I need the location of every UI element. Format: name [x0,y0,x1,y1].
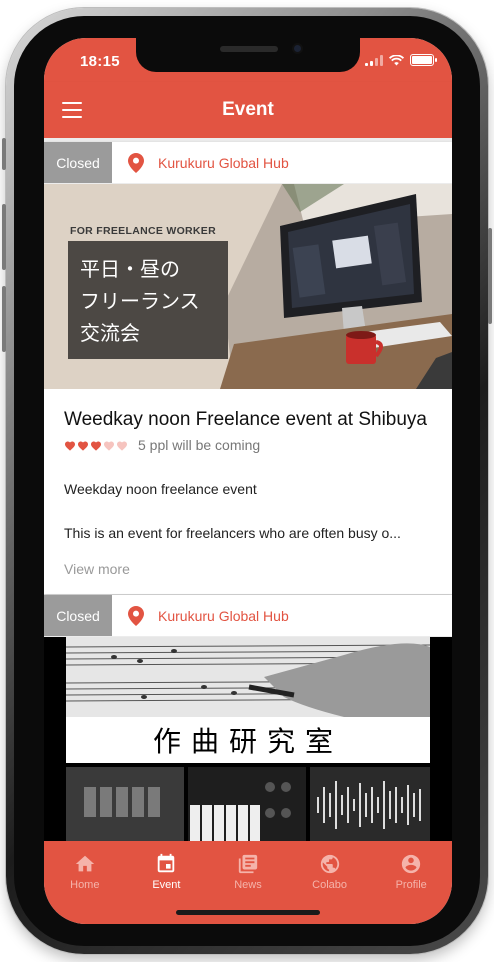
nav-profile[interactable]: Profile [370,841,452,924]
heart-empty-icon [117,441,127,451]
nav-label: Event [152,879,181,891]
speaker [220,46,278,52]
battery-icon [410,54,437,66]
notch [136,38,360,72]
event-card[interactable]: Closed Kurukuru Global Hub [44,595,452,841]
view-more-link[interactable]: View more [64,561,432,594]
status-time: 18:15 [80,53,120,70]
event-card[interactable]: Closed Kurukuru Global Hub [44,142,452,594]
banner-title: 平日・昼の フリーランス 交流会 [68,241,228,359]
app-bar: Event [44,82,452,138]
volume-down-button [2,286,6,352]
profile-icon [402,854,421,874]
heart-filled-icon [65,441,75,451]
event-location[interactable]: Kurukuru Global Hub [112,142,452,183]
page-title: Event [222,99,274,120]
attendee-count: 5 ppl will be coming [138,437,261,453]
home-icon [75,855,94,872]
app-screen: 18:15 Event Closed Kurukuru Global Hub F… [44,38,452,924]
mute-switch [2,138,6,170]
event-title[interactable]: Weedkay noon Freelance event at Shibuya [64,409,432,431]
location-name: Kurukuru Global Hub [158,154,289,171]
nav-label: Home [70,879,100,891]
event-subtitle: Weekday noon freelance event [64,481,257,497]
rating-row: 5 ppl will be coming [64,437,432,453]
event-location[interactable]: Kurukuru Global Hub [112,595,452,636]
signal-icon [365,54,383,66]
status-icons [365,54,437,66]
calendar-icon [158,853,175,873]
heart-empty-icon [104,441,114,451]
location-pin-icon [128,152,144,173]
banner-caption: FOR FREELANCE WORKER [70,225,216,237]
heart-rating [64,440,128,451]
event-banner-image[interactable]: FOR FREELANCE WORKER 平日・昼の フリーランス 交流会 [44,184,452,389]
location-pin-icon [128,605,144,626]
event-banner-image[interactable]: 作曲研究室 [44,637,452,841]
heart-filled-icon [78,441,88,451]
nav-home[interactable]: Home [44,841,126,924]
volume-up-button [2,204,6,270]
front-camera [292,43,303,54]
nav-label: Colabo [312,879,347,891]
location-name: Kurukuru Global Hub [158,607,289,624]
home-indicator[interactable] [176,910,320,915]
status-badge: Closed [44,595,112,636]
event-card-header: Closed Kurukuru Global Hub [44,142,452,184]
event-description: This is an event for freelancers who are… [64,525,401,541]
globe-icon [320,854,339,874]
event-card-body: Weedkay noon Freelance event at Shibuya … [44,389,452,594]
heart-filled-icon [91,441,101,451]
nav-label: Profile [395,879,427,891]
event-list[interactable]: Closed Kurukuru Global Hub FOR FREELANCE… [44,138,452,841]
news-icon [238,854,258,874]
status-bar: 18:15 [44,38,452,82]
nav-label: News [234,879,262,891]
banner-title: 作曲研究室 [152,725,343,758]
power-button [488,228,492,324]
event-card-header: Closed Kurukuru Global Hub [44,595,452,637]
status-badge: Closed [44,142,112,183]
wifi-icon [389,54,404,65]
